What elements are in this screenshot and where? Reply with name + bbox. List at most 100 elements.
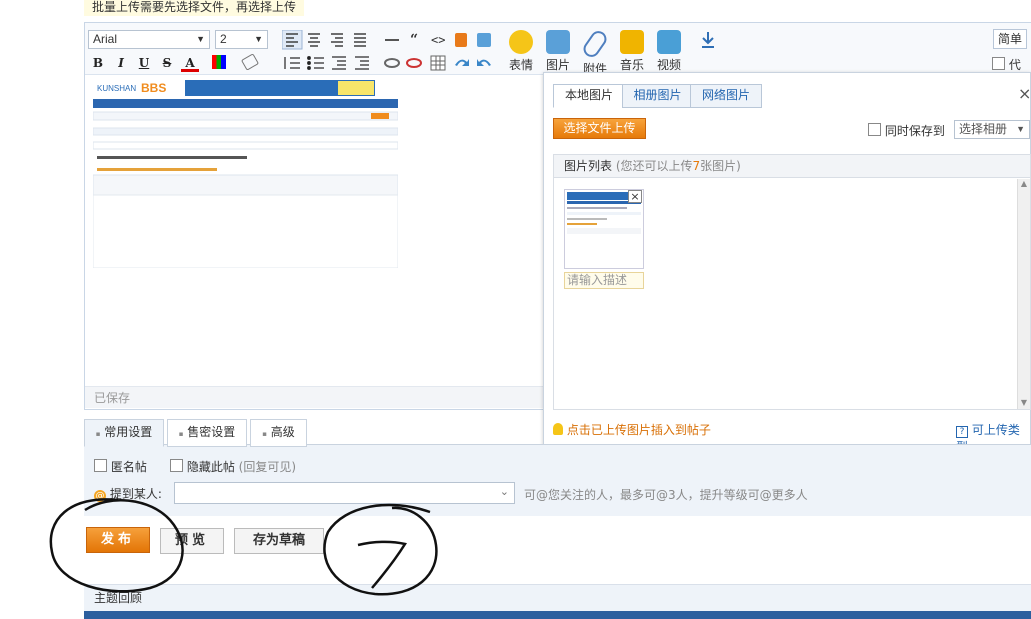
music-note-icon (620, 30, 644, 54)
video-icon (657, 30, 681, 54)
unordered-list-icon (307, 56, 324, 70)
tab-bullet-icon: ▪ (95, 430, 101, 438)
indent-icon (355, 56, 369, 70)
emoji-button[interactable]: 表情 (504, 26, 538, 74)
font-name-value: Arial (93, 32, 118, 46)
batch-upload-tip: 批量上传需要先选择文件，再选择上传 (84, 0, 304, 16)
underline-button[interactable]: U (135, 54, 153, 72)
anonymous-option[interactable]: 匿名帖 (94, 458, 147, 475)
image-list-title: 图片列表 (564, 159, 613, 173)
bottom-bar (84, 611, 1031, 619)
chevron-down-icon: ▼ (196, 34, 205, 44)
insert-hint[interactable]: 点击已上传图片插入到帖子 (553, 421, 711, 438)
scroll-up-icon[interactable]: ▲ (1018, 179, 1030, 188)
anonymous-label: 匿名帖 (110, 460, 147, 474)
link-icon (384, 58, 400, 68)
music-label: 音乐 (619, 58, 644, 72)
mention-label: 提到某人: (109, 487, 162, 501)
hide-post-checkbox[interactable] (170, 459, 183, 472)
topic-review-header: 主题回顾 (84, 584, 1031, 611)
save-to-album-toggle[interactable]: 同时保存到 (868, 122, 945, 139)
download-icon[interactable] (700, 31, 716, 49)
tab-advanced[interactable]: ▪ 高级 (250, 419, 307, 447)
delete-image-icon[interactable]: × (628, 190, 642, 203)
video-label: 视频 (656, 58, 681, 72)
quote-icon: “ (410, 32, 418, 48)
tab-bullet-icon: ▪ (262, 430, 267, 438)
tab-local-images[interactable]: 本地图片 (553, 84, 625, 108)
table-icon (430, 55, 446, 71)
unlink-icon (406, 58, 422, 68)
save-to-label: 同时保存到 (884, 124, 945, 138)
save-draft-button[interactable]: 存为草稿 (234, 528, 324, 554)
image-button[interactable]: 图片 (541, 26, 575, 74)
ordered-list-icon (284, 57, 300, 69)
preview-button[interactable]: 预览 (160, 528, 224, 554)
select-file-upload-button[interactable]: 选择文件上传 (553, 118, 646, 139)
anonymous-checkbox[interactable] (94, 459, 107, 472)
chevron-down-icon: ▼ (1016, 124, 1025, 134)
link-icons[interactable] (383, 54, 495, 72)
music-button[interactable]: 音乐 (615, 26, 649, 74)
embedded-page-thumbnail: KUNSHAN BBS (92, 78, 399, 269)
bold-button[interactable]: B (89, 54, 107, 72)
align-icons[interactable] (282, 30, 372, 50)
scribble-circle-empty (323, 503, 438, 596)
tab-common-settings[interactable]: ▪ 常用设置 (84, 419, 164, 447)
scroll-down-icon[interactable]: ▼ (1018, 398, 1030, 407)
tab-web-images[interactable]: 网络图片 (690, 84, 762, 108)
emoji-label: 表情 (508, 58, 533, 72)
save-to-album-checkbox[interactable] (868, 123, 881, 136)
tab-sale-settings[interactable]: ▪ 售密设置 (167, 419, 247, 447)
insert-icons[interactable]: “ <> (383, 30, 495, 50)
album-select-value: 选择相册 (959, 122, 1008, 136)
italic-button[interactable]: I (112, 54, 130, 72)
align-center-icon (308, 33, 320, 47)
lightbulb-icon (553, 423, 563, 435)
image-description-input[interactable]: 请输入描述 (564, 272, 644, 289)
svg-text:KUNSHAN: KUNSHAN (97, 84, 136, 93)
settings-panel (84, 444, 1031, 516)
chevron-double-down-icon[interactable]: ⌄ (500, 485, 509, 498)
svg-text:BBS: BBS (141, 81, 166, 95)
redo-icon (477, 59, 491, 66)
strikethrough-button[interactable]: S (158, 54, 176, 72)
table-style-icon (477, 33, 491, 47)
image-list-header: 图片列表 (您还可以上传7张图片) (553, 154, 1031, 178)
image-label: 图片 (545, 58, 570, 72)
mention-label-group: @ 提到某人: (94, 485, 162, 502)
mention-hint: 可@您关注的人，最多可@3人，提升等级可@更多人 (524, 488, 808, 502)
simple-mode-button[interactable]: 简单 (993, 29, 1027, 49)
image-list-scrollbar[interactable]: ▲ ▼ (1017, 179, 1030, 409)
background-color-icon[interactable] (212, 55, 226, 69)
hide-post-note: (回复可见) (238, 460, 297, 474)
hide-post-option[interactable]: 隐藏此帖 (回复可见) (170, 458, 296, 475)
insert-hint-text: 点击已上传图片插入到帖子 (566, 423, 711, 437)
album-select[interactable]: 选择相册 ▼ (954, 120, 1030, 139)
free-icon (455, 33, 467, 47)
saved-status: 已保存 (85, 386, 545, 408)
code-checkbox[interactable] (992, 57, 1005, 70)
hide-post-label: 隐藏此帖 (186, 460, 235, 474)
embedded-screenshot-image: KUNSHAN BBS (92, 78, 399, 269)
tab-album-images[interactable]: 相册图片 (622, 84, 693, 108)
attachment-button[interactable]: 附件 (578, 26, 612, 76)
help-icon: ? (956, 426, 968, 438)
font-color-button[interactable]: A (181, 54, 199, 72)
paperclip-icon (580, 27, 610, 61)
list-icons[interactable] (282, 54, 372, 72)
image-list-hint: (您还可以上传7张图片) (615, 159, 741, 173)
publish-button[interactable]: 发布 (86, 527, 150, 553)
tab-bullet-icon: ▪ (178, 430, 184, 438)
video-button[interactable]: 视频 (652, 26, 686, 74)
code-icon: <> (431, 33, 445, 47)
font-size-select[interactable]: 2 ▼ (215, 30, 268, 49)
chevron-down-icon: ▼ (254, 34, 263, 44)
font-name-select[interactable]: Arial ▼ (88, 30, 210, 49)
mention-input[interactable]: ⌄ (174, 482, 515, 504)
smiley-icon (509, 30, 533, 54)
undo-icon (455, 59, 469, 66)
close-icon[interactable]: × (1018, 84, 1031, 103)
justify-icon (354, 33, 366, 47)
at-icon: @ (94, 490, 106, 502)
